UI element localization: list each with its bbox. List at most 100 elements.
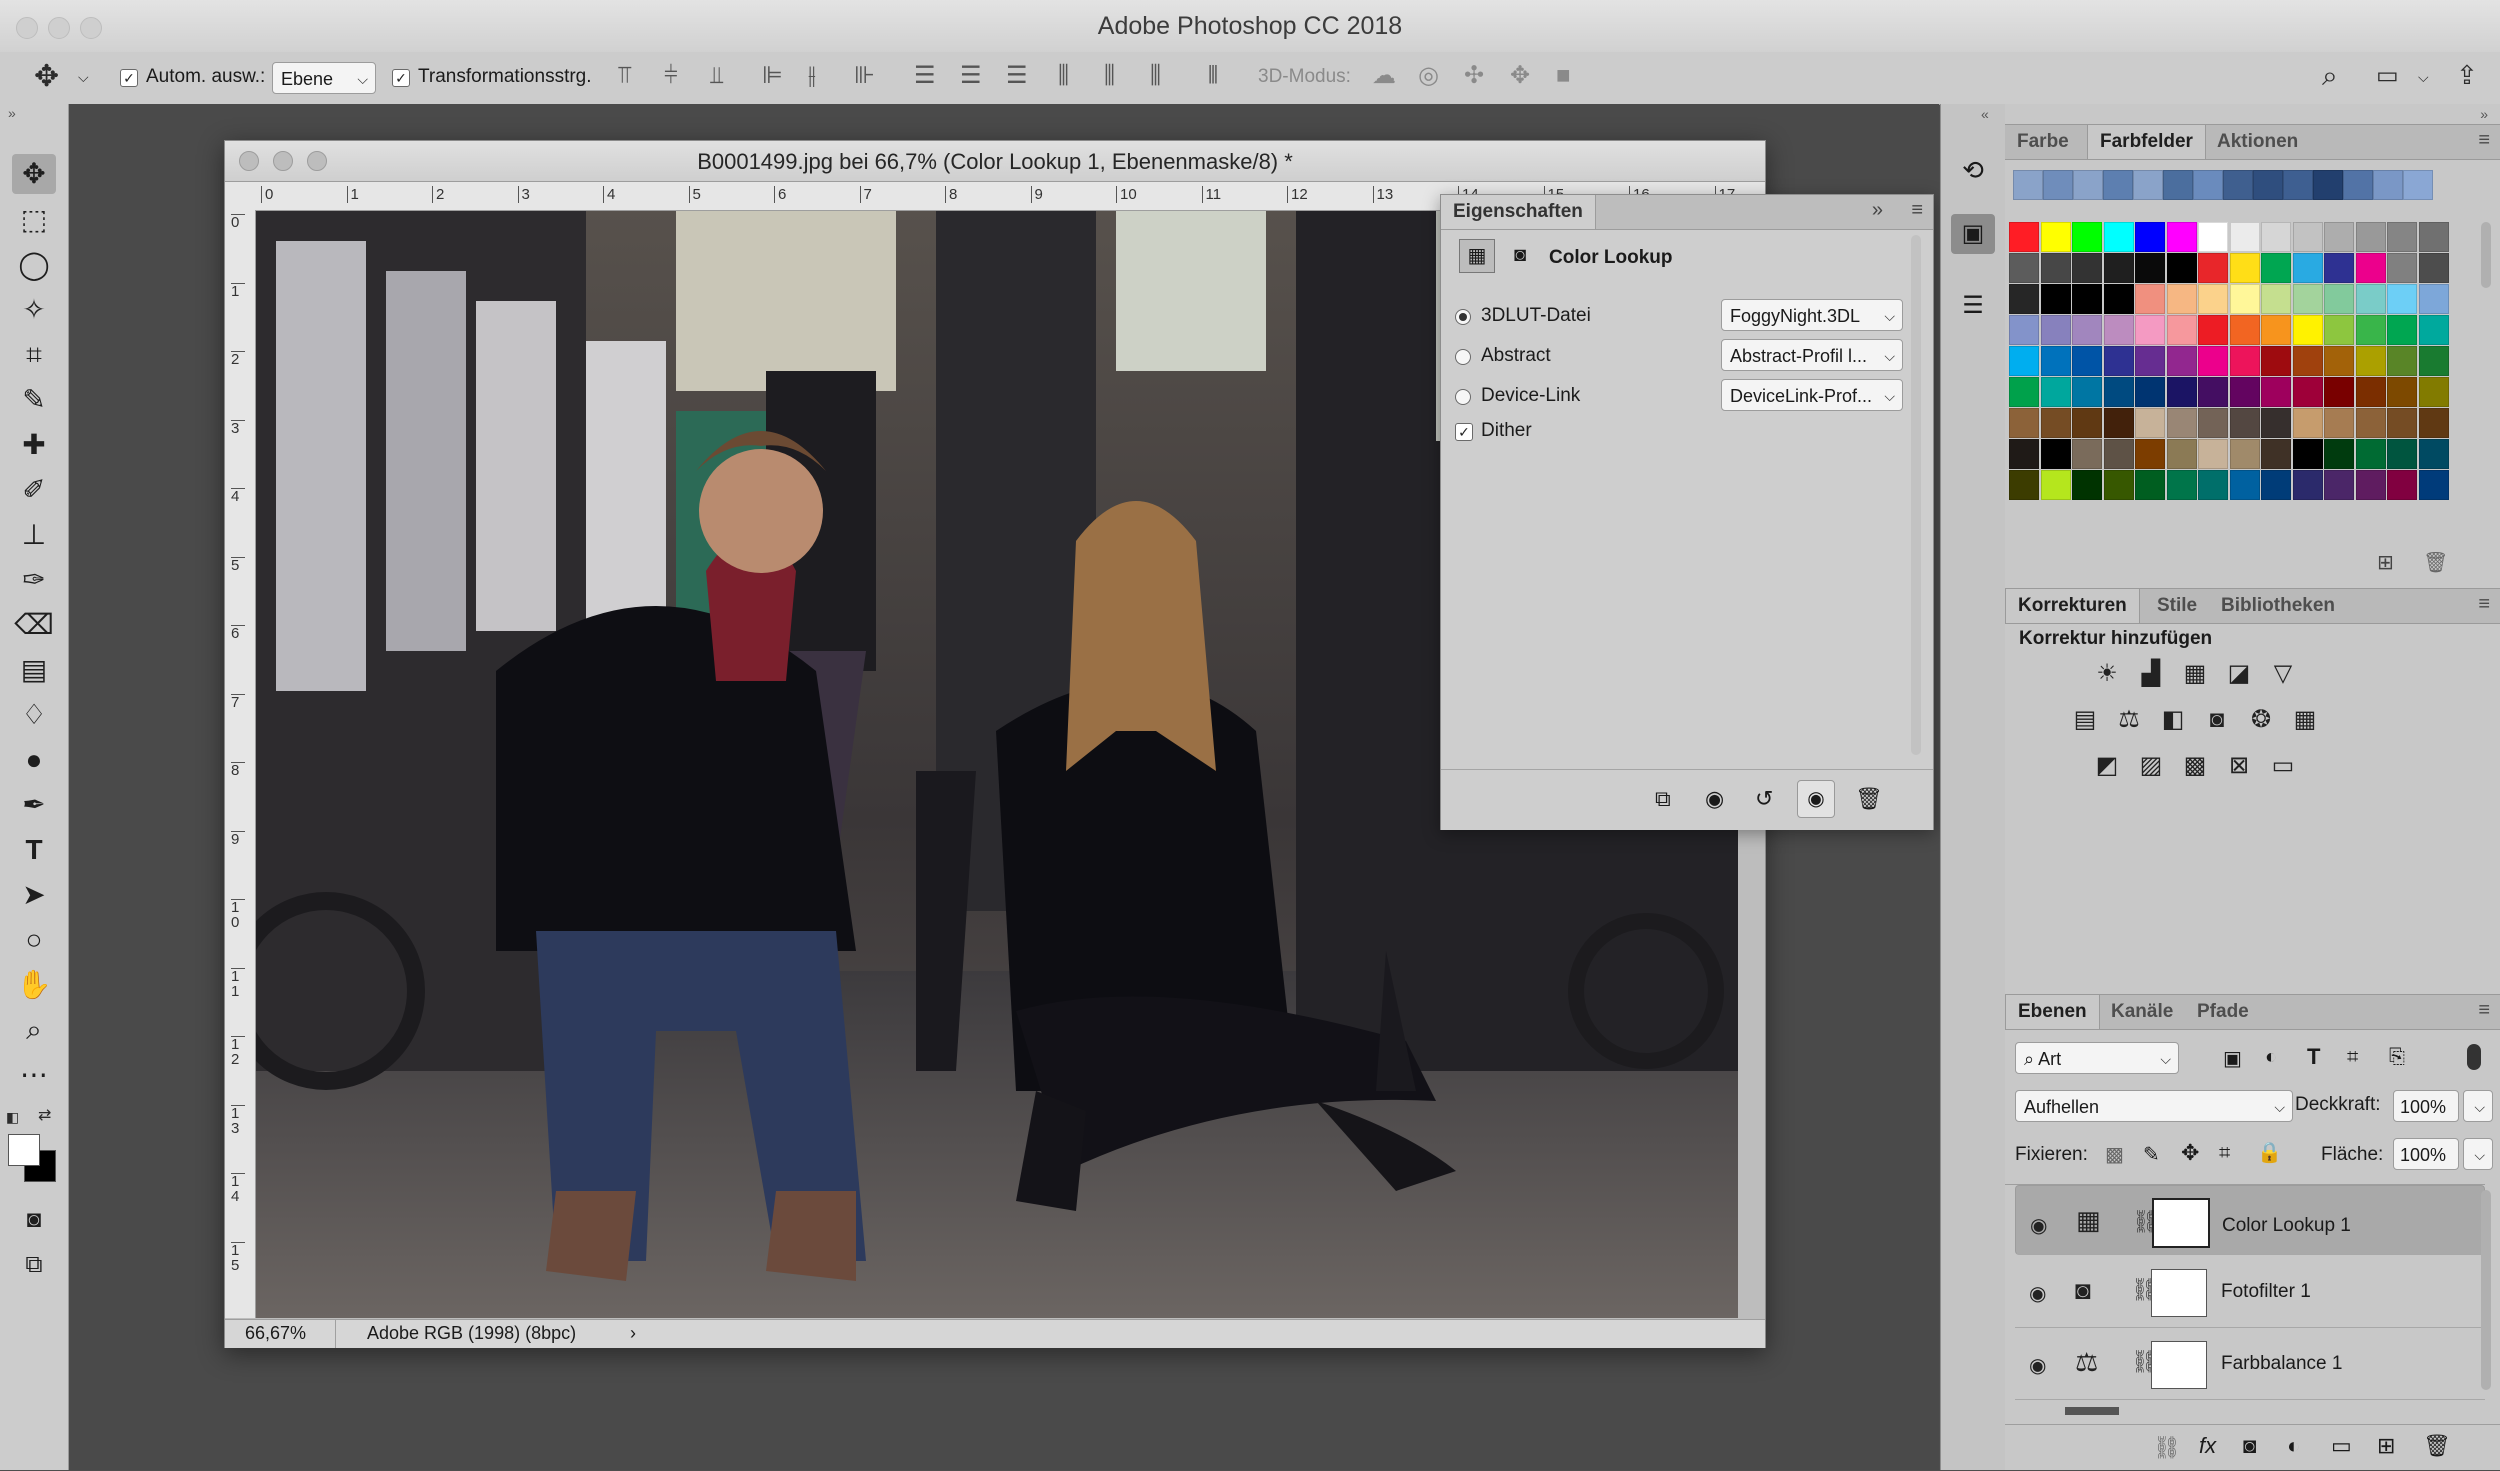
fill-slider-button[interactable]: ⌵ bbox=[2463, 1138, 2493, 1170]
align-left-icon[interactable]: ⊫ bbox=[762, 64, 783, 88]
paragraph-icon[interactable]: ☰ bbox=[1953, 286, 1993, 326]
swatch[interactable] bbox=[2135, 377, 2165, 407]
swatch[interactable] bbox=[2040, 253, 2071, 283]
tab-paths[interactable]: Pfade bbox=[2185, 995, 2261, 1029]
swatch[interactable] bbox=[2387, 253, 2417, 283]
tab-styles[interactable]: Stile bbox=[2145, 589, 2209, 623]
levels-icon[interactable]: ▟ bbox=[2135, 658, 2167, 690]
gradient-tool-icon[interactable]: ▤ bbox=[12, 650, 56, 690]
layer-row[interactable]: ◉ ▦ ⛓ Color Lookup 1 bbox=[2015, 1185, 2485, 1255]
swatch[interactable] bbox=[2418, 222, 2449, 252]
3d-scale-icon[interactable]: ■ bbox=[1556, 64, 1571, 88]
swatch[interactable] bbox=[2324, 439, 2354, 469]
swatch[interactable] bbox=[2403, 170, 2433, 200]
swatch[interactable] bbox=[2387, 439, 2417, 469]
swatch[interactable] bbox=[2261, 439, 2291, 469]
3d-slide-icon[interactable]: ✥ bbox=[1510, 64, 1530, 88]
swatch[interactable] bbox=[2261, 377, 2291, 407]
auto-select-dropdown[interactable]: Ebene ⌵ bbox=[272, 62, 376, 94]
swatch[interactable] bbox=[2009, 222, 2039, 252]
swatch[interactable] bbox=[2223, 170, 2253, 200]
select-3dlut[interactable]: FoggyNight.3DL ⌵ bbox=[1721, 299, 1903, 331]
swatch[interactable] bbox=[2418, 408, 2449, 438]
posterize-icon[interactable]: ▨ bbox=[2135, 750, 2167, 782]
swatch[interactable] bbox=[2040, 284, 2071, 314]
swatch[interactable] bbox=[2324, 470, 2354, 500]
lasso-tool-icon[interactable]: ◯ bbox=[12, 245, 56, 285]
blur-tool-icon[interactable]: ♢ bbox=[12, 695, 56, 735]
swatch[interactable] bbox=[2229, 284, 2260, 314]
panel-menu-icon[interactable]: ≡ bbox=[2478, 999, 2490, 1022]
swatch[interactable] bbox=[2198, 315, 2228, 345]
swatch[interactable] bbox=[2009, 470, 2039, 500]
swatch[interactable] bbox=[2103, 439, 2134, 469]
crop-tool-icon[interactable]: ⌗ bbox=[12, 335, 56, 375]
swatch[interactable] bbox=[2324, 253, 2354, 283]
align-vcenter-icon[interactable]: ⫩ bbox=[664, 64, 678, 88]
brightness-icon[interactable]: ☀ bbox=[2091, 658, 2123, 690]
swatch[interactable] bbox=[2387, 315, 2417, 345]
swatch[interactable] bbox=[2103, 253, 2134, 283]
distribute-right-icon[interactable]: ⫼ bbox=[1150, 64, 1161, 88]
swatch[interactable] bbox=[2324, 222, 2354, 252]
swatch[interactable] bbox=[2040, 408, 2071, 438]
blend-mode-dropdown[interactable]: Aufhellen ⌵ bbox=[2015, 1090, 2293, 1122]
mask-icon[interactable]: ◙ bbox=[1503, 239, 1537, 271]
swatch[interactable] bbox=[2135, 408, 2165, 438]
reset-icon[interactable]: ↺ bbox=[1755, 786, 1773, 812]
history-brush-tool-icon[interactable]: ✑ bbox=[12, 560, 56, 600]
swatch[interactable] bbox=[2261, 470, 2291, 500]
swatch[interactable] bbox=[2292, 408, 2323, 438]
panel-menu-icon[interactable]: ≡ bbox=[1911, 199, 1923, 222]
swatch[interactable] bbox=[2166, 346, 2197, 376]
delete-layer-icon[interactable]: 🗑 bbox=[2423, 1433, 2451, 1459]
swatch[interactable] bbox=[2292, 439, 2323, 469]
swatch[interactable] bbox=[2072, 346, 2102, 376]
radio-3dlut[interactable] bbox=[1455, 309, 1471, 325]
search-icon[interactable]: ⌕ bbox=[2322, 62, 2338, 90]
swatch[interactable] bbox=[2166, 408, 2197, 438]
swatch[interactable] bbox=[2292, 222, 2323, 252]
swatch[interactable] bbox=[2198, 377, 2228, 407]
foreground-color-swatch[interactable] bbox=[8, 1134, 40, 1166]
swatch[interactable] bbox=[2198, 284, 2228, 314]
swatch[interactable] bbox=[2261, 222, 2291, 252]
swatch[interactable] bbox=[2418, 377, 2449, 407]
swatch[interactable] bbox=[2072, 222, 2102, 252]
swatch[interactable] bbox=[2103, 284, 2134, 314]
swatch[interactable] bbox=[2166, 470, 2197, 500]
swatch[interactable] bbox=[2072, 470, 2102, 500]
swatch[interactable] bbox=[2166, 315, 2197, 345]
tab-swatches[interactable]: Farbfelder bbox=[2087, 125, 2206, 159]
brush-tool-icon[interactable]: ✐ bbox=[12, 470, 56, 510]
swatch[interactable] bbox=[2166, 439, 2197, 469]
chevron-down-icon[interactable]: ⌵ bbox=[2418, 70, 2429, 84]
swatch[interactable] bbox=[2040, 346, 2071, 376]
swatch[interactable] bbox=[2072, 315, 2102, 345]
move-tool-icon[interactable]: ✥ bbox=[12, 154, 56, 194]
new-adjustment-icon[interactable]: ◐ bbox=[2287, 1433, 2300, 1459]
filter-toggle-icon[interactable] bbox=[2467, 1044, 2481, 1070]
swatch[interactable] bbox=[2198, 346, 2228, 376]
layer-row[interactable]: ◉ ◙ ⛓ Fotofilter 1 bbox=[2015, 1257, 2485, 1328]
swatch[interactable] bbox=[2292, 253, 2323, 283]
eyedropper-tool-icon[interactable]: ✎ bbox=[12, 380, 56, 420]
vertical-ruler[interactable]: 0 1 2 3 4 5 6 7 8 9 10 11 12 13 14 15 bbox=[225, 210, 256, 1318]
view-previous-icon[interactable]: ◉ bbox=[1705, 786, 1724, 812]
distribute-bottom-icon[interactable]: ☰ bbox=[1006, 64, 1028, 88]
layer-name[interactable]: Fotofilter 1 bbox=[2221, 1281, 2311, 1303]
swatch[interactable] bbox=[2261, 284, 2291, 314]
swatch[interactable] bbox=[2072, 439, 2102, 469]
swatch[interactable] bbox=[2324, 315, 2354, 345]
swatch[interactable] bbox=[2198, 408, 2228, 438]
swatch[interactable] bbox=[2283, 170, 2313, 200]
photo-filter-icon[interactable]: ◙ bbox=[2201, 704, 2233, 736]
lock-image-icon[interactable]: ✎ bbox=[2143, 1142, 2160, 1167]
swatch[interactable] bbox=[2073, 170, 2103, 200]
filter-smart-object-icon[interactable]: ⎘ bbox=[2389, 1046, 2405, 1069]
opacity-slider-button[interactable]: ⌵ bbox=[2463, 1090, 2493, 1122]
swatch[interactable] bbox=[2355, 284, 2386, 314]
swatch[interactable] bbox=[2292, 315, 2323, 345]
swatch[interactable] bbox=[2292, 284, 2323, 314]
swatch[interactable] bbox=[2324, 346, 2354, 376]
